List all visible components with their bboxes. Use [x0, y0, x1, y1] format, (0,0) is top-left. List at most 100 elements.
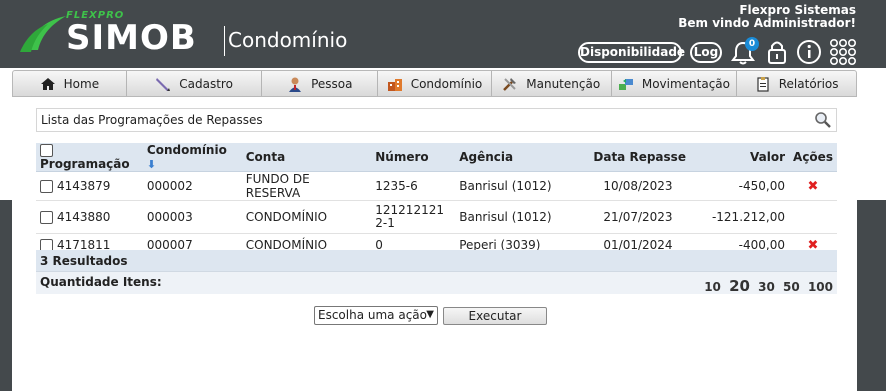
column-label: Valor — [749, 150, 785, 164]
column-label: Agência — [459, 150, 514, 164]
transfer-icon — [618, 78, 633, 90]
cell-text: 4143879 — [57, 179, 111, 193]
cell-numero: 1235-6 — [371, 171, 456, 201]
log-button[interactable]: Log — [690, 42, 722, 63]
background-band-right — [857, 200, 886, 391]
nav-item-label: Home — [63, 76, 100, 91]
column-valor[interactable]: Valor — [693, 143, 789, 172]
cell-numero: 1212121212-1 — [371, 200, 456, 234]
nav-item-manutencao[interactable]: Manutenção — [492, 71, 612, 96]
row-checkbox[interactable] — [40, 211, 53, 224]
notifications-button[interactable]: 0 — [730, 37, 759, 66]
page-size-option[interactable]: 50 — [783, 280, 800, 294]
cell-conta: CONDOMÍNIO — [241, 200, 372, 234]
nav-item-pessoa[interactable]: Pessoa — [262, 71, 379, 96]
select-all-checkbox[interactable] — [40, 144, 53, 157]
welcome-text: Bem vindo Administrador! — [678, 16, 856, 30]
header-tools: Disponibilidade Log 0 — [576, 37, 861, 66]
action-select-value: Escolha uma ação — [318, 308, 427, 322]
page-size-option-selected[interactable]: 20 — [729, 277, 750, 295]
simob-logo[interactable]: FLEXPRO SIMOB Condomínio — [18, 6, 348, 60]
column-label: Data Repasse — [593, 150, 686, 164]
cell-text: 4143880 — [57, 210, 111, 224]
nav-item-condominio[interactable]: Condomínio — [378, 71, 492, 96]
cell-agencia: Banrisul (1012) — [455, 200, 590, 234]
column-data-repasse[interactable]: Data Repasse — [589, 143, 694, 172]
execute-button[interactable]: Executar — [443, 307, 547, 325]
cell-valor: -450,00 — [693, 171, 789, 201]
results-count: 3 Resultados — [36, 250, 837, 271]
background-band-left — [0, 200, 12, 391]
row-checkbox[interactable] — [40, 180, 53, 193]
nav-item-cadastro[interactable]: Cadastro — [127, 71, 263, 96]
delete-icon[interactable]: ✖ — [808, 179, 819, 194]
page-size-option[interactable]: 100 — [808, 280, 833, 294]
lock-button[interactable] — [764, 38, 790, 66]
lock-icon — [768, 41, 786, 64]
chevron-down-icon: ▼ — [426, 309, 434, 320]
sort-down-arrow-icon: ⬇ — [146, 158, 157, 171]
welcome-block: Flexpro Sistemas Bem vindo Administrador… — [678, 4, 856, 30]
column-acoes: Ações — [789, 143, 837, 172]
page-size-bar: Quantidade Itens: 10 20 30 50 100 — [36, 271, 837, 295]
column-label: Número — [375, 150, 429, 164]
main-content: Lista das Programações de Repasses Progr… — [12, 97, 857, 391]
nav-item-label: Cadastro — [179, 76, 233, 91]
column-conta[interactable]: Conta — [241, 143, 372, 172]
nav-item-label: Relatórios — [778, 76, 839, 91]
column-label: Condomínio — [146, 143, 227, 157]
cell-condominio: 000002 — [142, 171, 242, 201]
nav-item-label: Pessoa — [311, 76, 353, 91]
nav-item-home[interactable]: Home — [13, 71, 127, 96]
person-icon — [289, 77, 302, 92]
page-size-options: 10 20 30 50 100 — [700, 277, 833, 295]
table-header-row: Programação Condomínio ⬇ Conta Número Ag… — [36, 143, 837, 172]
tools-icon — [503, 77, 517, 91]
quantity-label: Quantidade Itens: — [40, 275, 162, 289]
list-search-bar[interactable]: Lista das Programações de Repasses — [36, 108, 837, 132]
main-nav: Home Cadastro Pessoa Condomínio Manutenç… — [12, 70, 857, 97]
nav-item-label: Manutenção — [526, 76, 601, 91]
action-select[interactable]: Escolha uma ação ▼ — [314, 306, 438, 325]
info-icon — [797, 40, 821, 64]
availability-button[interactable]: Disponibilidade — [578, 42, 685, 63]
home-icon — [40, 77, 55, 90]
flexpro-logo-mark-icon — [20, 16, 66, 52]
cell-programacao[interactable]: 4143879 — [36, 171, 143, 201]
column-programacao[interactable]: Programação — [36, 143, 143, 172]
page-size-option[interactable]: 10 — [704, 280, 721, 294]
nav-item-relatorios[interactable]: Relatórios — [737, 71, 856, 96]
column-label: Programação — [40, 157, 130, 171]
apps-grid-icon — [829, 38, 856, 65]
cell-conta: FUNDO DE RESERVA — [241, 171, 372, 201]
cell-data-repasse: 21/07/2023 — [589, 200, 694, 234]
column-agencia[interactable]: Agência — [455, 143, 590, 172]
column-label: Conta — [245, 150, 286, 164]
logo-module: Condomínio — [228, 28, 348, 52]
column-label: Ações — [793, 150, 833, 164]
buildings-icon — [387, 78, 402, 91]
nav-item-label: Condomínio — [410, 76, 483, 91]
page-size-option[interactable]: 30 — [758, 280, 775, 294]
cell-data-repasse: 10/08/2023 — [589, 171, 694, 201]
apps-menu-button[interactable] — [829, 38, 856, 66]
nav-item-label: Movimentação — [641, 76, 731, 91]
logo-divider — [224, 26, 225, 56]
cell-programacao[interactable]: 4143880 — [36, 200, 143, 234]
info-button[interactable] — [796, 38, 822, 66]
report-icon — [757, 76, 769, 92]
pen-icon — [156, 77, 171, 91]
search-icon[interactable] — [814, 111, 832, 129]
nav-item-movimentacao[interactable]: Movimentação — [612, 71, 738, 96]
column-numero[interactable]: Número — [371, 143, 456, 172]
table-row[interactable]: 4143879 000002 FUNDO DE RESERVA 1235-6 B… — [36, 171, 837, 201]
table-row[interactable]: 4143880 000003 CONDOMÍNIO 1212121212-1 B… — [36, 200, 837, 234]
notification-badge: 0 — [745, 37, 759, 51]
app-header: FLEXPRO SIMOB Condomínio Flexpro Sistema… — [0, 0, 886, 68]
column-condominio[interactable]: Condomínio ⬇ — [142, 143, 242, 172]
repasses-table: Programação Condomínio ⬇ Conta Número Ag… — [36, 143, 837, 257]
cell-text: 1212121212-1 — [375, 203, 444, 230]
cell-valor: -121.212,00 — [693, 200, 789, 234]
cell-condominio: 000003 — [142, 200, 242, 234]
cell-agencia: Banrisul (1012) — [455, 171, 590, 201]
